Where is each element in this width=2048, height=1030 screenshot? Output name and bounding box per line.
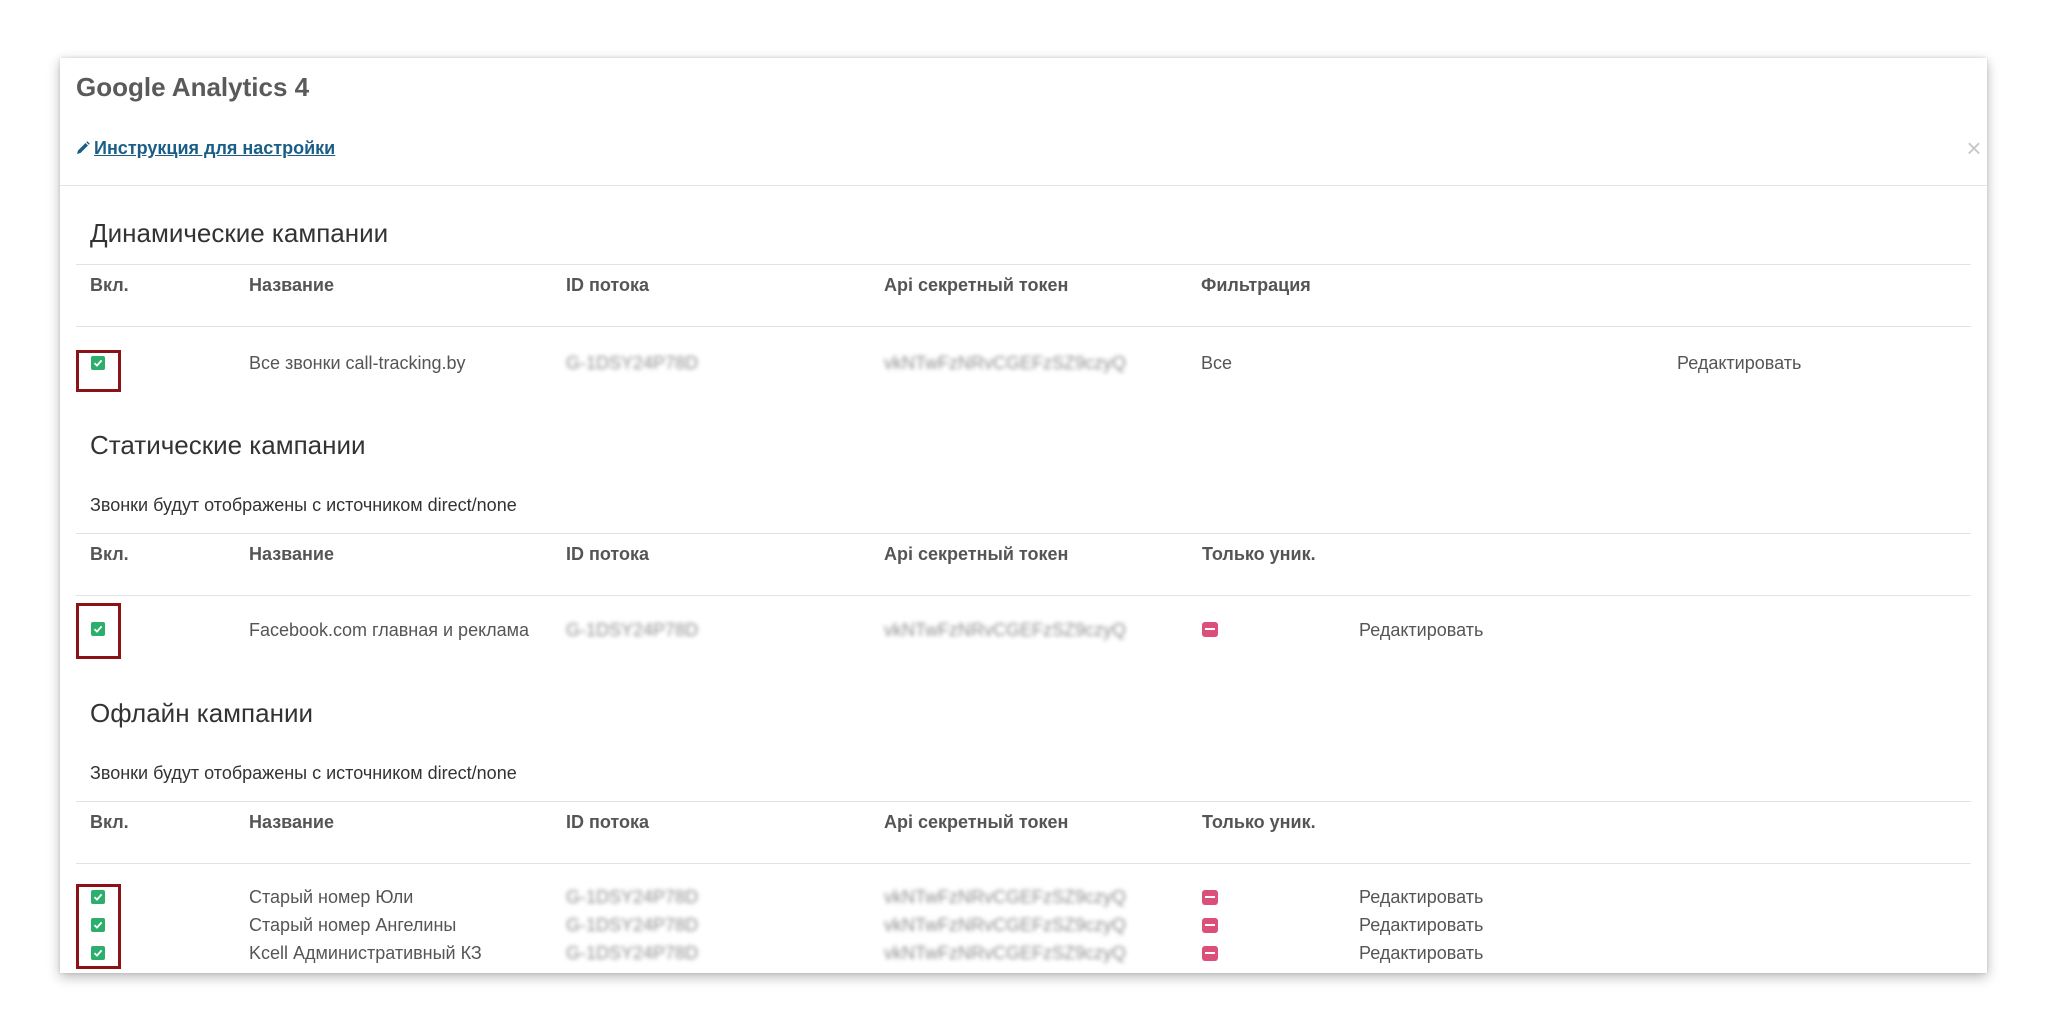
unique-only-toggle[interactable]	[1202, 622, 1218, 637]
dynamic-section-title: Динамические кампании	[90, 218, 389, 248]
enabled-checkbox[interactable]	[91, 622, 105, 636]
unique-only-toggle[interactable]	[1202, 918, 1218, 933]
col-enabled-header: Вкл.	[90, 275, 129, 295]
pencil-icon	[77, 141, 90, 154]
header-divider	[60, 185, 1987, 186]
col-filtering-header: Фильтрация	[1201, 275, 1311, 295]
check-icon	[93, 359, 103, 367]
close-icon: ×	[1966, 133, 1982, 163]
divider	[76, 595, 1971, 596]
divider	[76, 326, 1971, 327]
col-enabled-header: Вкл.	[90, 812, 129, 832]
enabled-checkbox[interactable]	[91, 918, 105, 932]
col-name-header: Название	[249, 544, 334, 564]
check-icon	[93, 921, 103, 929]
col-api-secret-header: Api секретный токен	[884, 812, 1069, 832]
offline-section-title: Офлайн кампании	[90, 698, 314, 728]
stream-id-value: G-1DSY24P78D	[566, 915, 699, 935]
check-icon	[93, 625, 103, 633]
edit-link[interactable]: Редактировать	[1359, 915, 1483, 935]
stream-id-value: G-1DSY24P78D	[566, 353, 699, 373]
col-stream-id-header: ID потока	[566, 544, 650, 564]
unique-only-toggle[interactable]	[1202, 946, 1218, 961]
filter-value: Все	[1201, 353, 1233, 373]
instruction-link[interactable]: Инструкция для настройки	[76, 138, 335, 159]
api-secret-value: vkNTwFzNRvCGEFzSZ9czyQ	[884, 620, 1127, 640]
enabled-checkbox[interactable]	[91, 356, 105, 370]
api-secret-value: vkNTwFzNRvCGEFzSZ9czyQ	[884, 353, 1127, 373]
col-name-header: Название	[249, 812, 334, 832]
instruction-link-label: Инструкция для настройки	[94, 138, 336, 158]
divider	[76, 264, 1971, 265]
check-icon	[93, 893, 103, 901]
col-unique-header: Только уник.	[1202, 544, 1316, 564]
campaign-name: Старый номер Юли	[249, 887, 414, 907]
close-button[interactable]: ×	[1962, 134, 1986, 162]
stream-id-value: G-1DSY24P78D	[566, 887, 699, 907]
campaign-name: Facebook.com главная и реклама	[249, 620, 530, 640]
campaign-name: Все звонки call-tracking.by	[249, 353, 466, 373]
static-section-note: Звонки будут отображены с источником dir…	[90, 495, 517, 515]
edit-link[interactable]: Редактировать	[1677, 353, 1801, 373]
api-secret-value: vkNTwFzNRvCGEFzSZ9czyQ	[884, 887, 1127, 907]
api-secret-value: vkNTwFzNRvCGEFzSZ9czyQ	[884, 915, 1127, 935]
divider	[76, 801, 1971, 802]
col-name-header: Название	[249, 275, 334, 295]
col-api-secret-header: Api секретный токен	[884, 275, 1069, 295]
edit-link[interactable]: Редактировать	[1359, 887, 1483, 907]
edit-link[interactable]: Редактировать	[1359, 620, 1483, 640]
stream-id-value: G-1DSY24P78D	[566, 943, 699, 963]
col-api-secret-header: Api секретный токен	[884, 544, 1069, 564]
enabled-checkbox[interactable]	[91, 890, 105, 904]
col-enabled-header: Вкл.	[90, 544, 129, 564]
col-stream-id-header: ID потока	[566, 812, 650, 832]
campaign-name: Старый номер Ангелины	[249, 915, 457, 935]
offline-section-note: Звонки будут отображены с источником dir…	[90, 763, 517, 783]
campaign-name: Kcell Административный КЗ	[249, 943, 482, 963]
enabled-checkbox[interactable]	[91, 946, 105, 960]
divider	[76, 533, 1971, 534]
check-icon	[93, 949, 103, 957]
stream-id-value: G-1DSY24P78D	[566, 620, 699, 640]
divider	[76, 863, 1971, 864]
col-stream-id-header: ID потока	[566, 275, 650, 295]
api-secret-value: vkNTwFzNRvCGEFzSZ9czyQ	[884, 943, 1127, 963]
static-section-title: Статические кампании	[90, 430, 366, 460]
col-unique-header: Только уник.	[1202, 812, 1316, 832]
unique-only-toggle[interactable]	[1202, 890, 1218, 905]
ga4-settings-modal: Google Analytics 4 Инструкция для настро…	[60, 58, 1987, 973]
modal-title: Google Analytics 4	[76, 72, 310, 102]
edit-link[interactable]: Редактировать	[1359, 943, 1483, 963]
